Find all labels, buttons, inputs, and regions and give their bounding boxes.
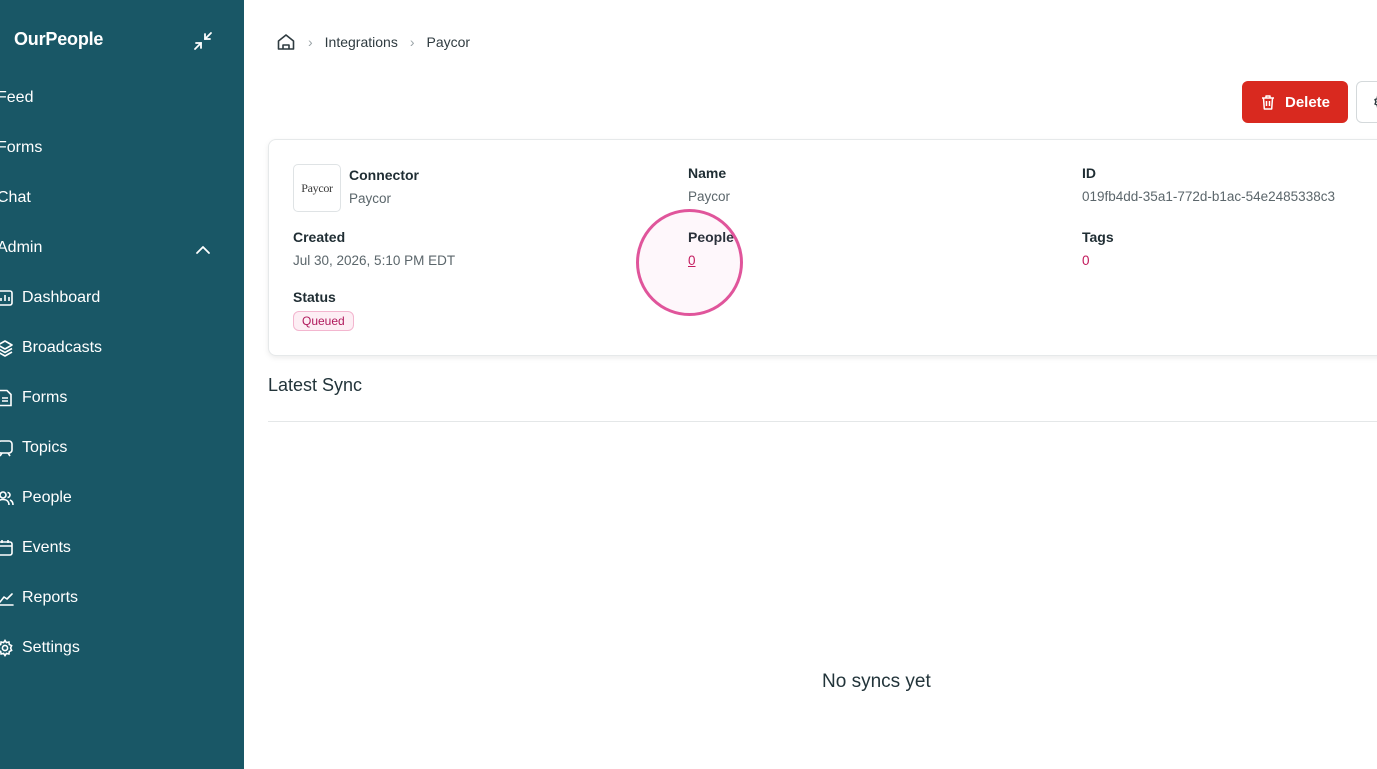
created-label: Created <box>293 229 346 245</box>
name-value: Paycor <box>688 189 731 204</box>
sidebar-item-feed[interactable]: Feed <box>0 83 33 113</box>
connector-label: Connector <box>349 167 419 183</box>
sidebar-item-chat[interactable]: Chat <box>0 183 31 213</box>
settings-button[interactable] <box>1356 81 1377 123</box>
broadcasts-icon <box>0 339 14 357</box>
chevron-up-icon[interactable] <box>193 240 213 260</box>
sidebar-item-people[interactable]: People <box>0 483 72 513</box>
tags-count-link[interactable]: 0 <box>1082 253 1090 268</box>
sidebar-item-label: Forms <box>22 389 68 406</box>
settings-icon <box>0 639 14 657</box>
sidebar-item-label: Feed <box>0 89 34 106</box>
connector-logo-text: Paycor <box>301 180 333 195</box>
sidebar-item-events[interactable]: Events <box>0 533 71 563</box>
topics-icon <box>0 439 14 457</box>
sidebar-item-label: Broadcasts <box>22 339 103 356</box>
delete-button-label: Delete <box>1284 93 1331 111</box>
name-label: Name <box>688 165 727 181</box>
sidebar-item-label: Chat <box>0 189 31 206</box>
gear-icon <box>1373 94 1377 110</box>
calendar-icon <box>0 539 14 557</box>
breadcrumb-current: Paycor <box>426 34 471 50</box>
id-value: 019fb4dd-35a1-772d-b1ac-54e2485338c3 <box>1082 189 1335 204</box>
connector-logo: Paycor <box>293 164 341 212</box>
id-label: ID <box>1082 165 1096 181</box>
forms-icon <box>0 389 14 407</box>
sidebar-item-label: Dashboard <box>22 289 101 306</box>
delete-button[interactable]: Delete <box>1242 81 1348 123</box>
breadcrumb: › Integrations › Paycor <box>276 30 470 54</box>
status-label: Status <box>293 289 336 305</box>
home-icon[interactable] <box>276 32 296 52</box>
people-label: People <box>688 229 734 245</box>
sidebar: OurPeople Feed Forms Chat Admin Dashboar… <box>0 0 244 769</box>
latest-sync-title: Latest Sync <box>268 375 363 395</box>
people-icon <box>0 489 14 507</box>
sidebar-item-label: Topics <box>22 439 68 456</box>
section-divider <box>268 421 1377 422</box>
sidebar-item-reports[interactable]: Reports <box>0 583 78 613</box>
status-badge: Queued <box>293 311 354 331</box>
brand-logo[interactable]: OurPeople <box>14 29 103 50</box>
chevron-right-icon: › <box>308 34 313 50</box>
integration-details-card <box>268 139 1377 356</box>
tags-label: Tags <box>1082 229 1114 245</box>
connector-value: Paycor <box>349 191 392 206</box>
sidebar-item-admin[interactable]: Admin <box>0 233 42 263</box>
created-value: Jul 30, 2026, 5:10 PM EDT <box>293 253 456 268</box>
reports-icon <box>0 589 14 607</box>
people-count-link[interactable]: 0 <box>688 253 696 268</box>
sidebar-item-dashboard[interactable]: Dashboard <box>0 283 100 313</box>
sidebar-item-broadcasts[interactable]: Broadcasts <box>0 333 102 363</box>
sidebar-item-label: Reports <box>22 589 79 606</box>
sidebar-item-forms-admin[interactable]: Forms <box>0 383 67 413</box>
sidebar-item-label: People <box>22 489 72 506</box>
sidebar-item-label: Admin <box>0 239 43 256</box>
collapse-sidebar-icon[interactable] <box>191 29 215 53</box>
trash-icon <box>1260 94 1276 110</box>
sidebar-item-label: Forms <box>0 139 43 156</box>
sidebar-item-label: Events <box>22 539 71 556</box>
sidebar-item-forms[interactable]: Forms <box>0 133 42 163</box>
sidebar-item-settings[interactable]: Settings <box>0 633 80 663</box>
sidebar-item-topics[interactable]: Topics <box>0 433 67 463</box>
chevron-right-icon: › <box>409 34 415 50</box>
empty-state-text: No syncs yet <box>822 671 931 692</box>
dashboard-icon <box>0 289 14 307</box>
breadcrumb-integrations[interactable]: Integrations <box>325 34 398 50</box>
sidebar-item-label: Settings <box>22 639 80 656</box>
